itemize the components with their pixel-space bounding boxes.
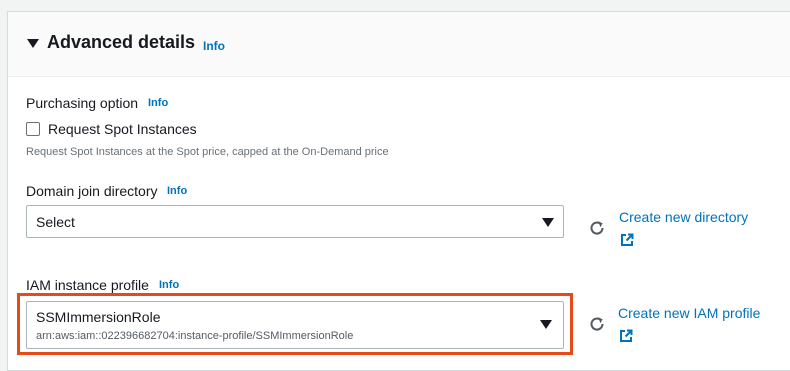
- advanced-details-header[interactable]: Advanced details Info: [8, 12, 790, 77]
- domain-join-info-link[interactable]: Info: [167, 185, 187, 197]
- domain-join-select[interactable]: Select: [26, 205, 564, 238]
- request-spot-description: Request Spot Instances at the Spot price…: [26, 146, 389, 158]
- external-link-icon[interactable]: [619, 329, 633, 343]
- domain-join-selected-value: Select: [36, 214, 75, 230]
- section-info-link[interactable]: Info: [203, 39, 225, 53]
- external-link-icon[interactable]: [620, 233, 634, 247]
- domain-join-label: Domain join directory: [26, 183, 158, 199]
- create-new-iam-profile-link[interactable]: Create new IAM profile: [618, 305, 760, 321]
- request-spot-label[interactable]: Request Spot Instances: [48, 121, 197, 137]
- purchasing-info-link[interactable]: Info: [148, 97, 168, 109]
- highlight-box: [17, 293, 573, 355]
- create-new-directory-link[interactable]: Create new directory: [619, 209, 748, 225]
- purchasing-option-label: Purchasing option: [26, 95, 139, 111]
- iam-profile-info-link[interactable]: Info: [159, 279, 179, 291]
- refresh-icon[interactable]: [588, 315, 606, 333]
- chevron-down-icon: [542, 218, 554, 227]
- expand-caret-icon[interactable]: [27, 39, 39, 48]
- request-spot-checkbox[interactable]: [26, 122, 40, 136]
- section-title: Advanced details: [47, 32, 196, 52]
- iam-profile-label: IAM instance profile: [26, 277, 149, 293]
- refresh-icon[interactable]: [588, 219, 606, 237]
